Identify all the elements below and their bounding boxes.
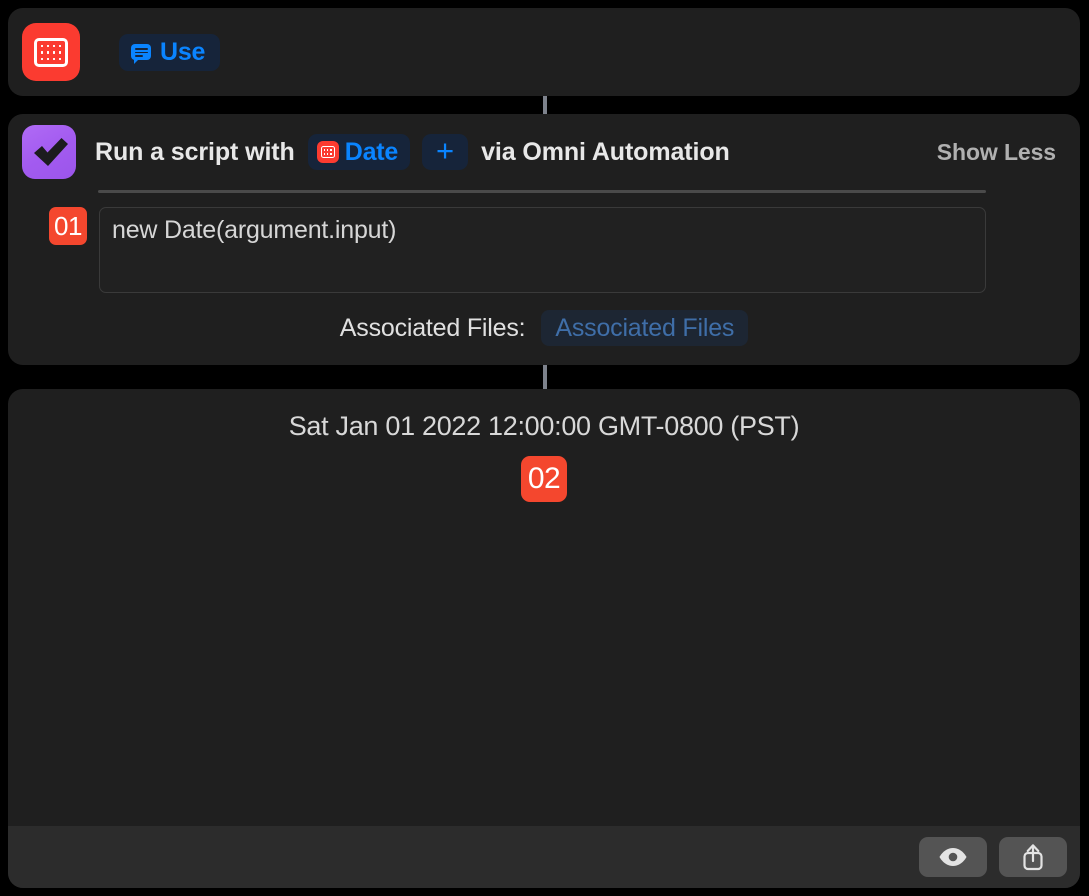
action-title-tail: via Omni Automation (481, 137, 730, 166)
associated-files-row: Associated Files: Associated Files (8, 310, 1080, 346)
omnifocus-checkmark-icon (22, 125, 76, 179)
step-badge-01: 01 (49, 207, 87, 245)
use-action-button[interactable]: Use (119, 33, 221, 71)
action-header: Run a script with Date + via Omni Automa… (8, 114, 1080, 190)
calendar-app-icon (316, 141, 339, 163)
variable-token-date[interactable]: Date (307, 134, 411, 170)
source-app-card[interactable]: Use (8, 8, 1080, 96)
result-card: Sat Jan 01 2022 12:00:00 GMT-0800 (PST) … (8, 389, 1080, 888)
variable-token-label: Date (344, 137, 399, 166)
script-row: 01 new Date(argument.input) (8, 193, 1080, 293)
shortcut-editor-canvas: Use Run a script with Date + via Omni Au… (0, 0, 1089, 896)
add-variable-button[interactable]: + (422, 133, 469, 170)
show-less-button[interactable]: Show Less (937, 139, 1056, 166)
associated-files-label: Associated Files: (339, 313, 526, 342)
card-connector-2 (543, 365, 547, 389)
result-toolbar (8, 826, 1080, 888)
calendar-app-icon (22, 23, 80, 81)
calendar-glyph (320, 146, 335, 158)
step-badge-02: 02 (521, 456, 567, 502)
script-code-input[interactable]: new Date(argument.input) (99, 207, 986, 293)
calendar-glyph (34, 37, 68, 67)
action-title-lead: Run a script with (95, 137, 295, 166)
run-script-action-card[interactable]: Run a script with Date + via Omni Automa… (8, 114, 1080, 365)
script-code-text: new Date(argument.input) (112, 216, 397, 244)
result-body: Sat Jan 01 2022 12:00:00 GMT-0800 (PST) … (8, 389, 1080, 826)
use-action-label: Use (160, 37, 206, 66)
share-icon (1023, 844, 1043, 871)
card-connector-1 (543, 96, 547, 114)
preview-button[interactable] (919, 837, 987, 877)
eye-icon (939, 848, 967, 866)
share-button[interactable] (999, 837, 1067, 877)
associated-files-field[interactable]: Associated Files (541, 310, 749, 346)
plus-icon: + (436, 133, 455, 168)
result-output-text: Sat Jan 01 2022 12:00:00 GMT-0800 (PST) (288, 411, 800, 441)
speech-bubble-icon (131, 44, 151, 64)
